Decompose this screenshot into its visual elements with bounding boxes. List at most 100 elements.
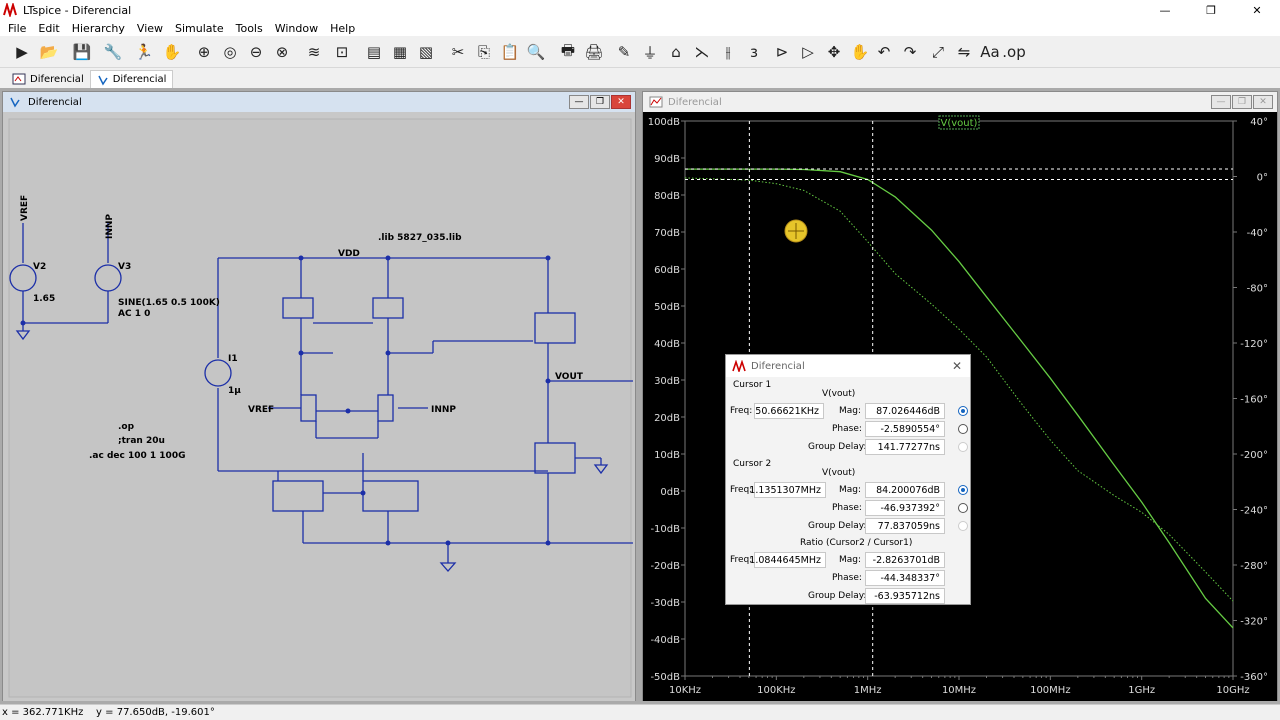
ratio-mag-field[interactable]: -2.8263701dB [865, 552, 945, 568]
run-icon[interactable]: ▶ [10, 40, 34, 64]
pan-hand-icon[interactable]: ✋ [160, 40, 184, 64]
print-icon[interactable]: 🖶 [556, 40, 580, 64]
label-lib-directive[interactable]: .lib 5827_035.lib [378, 233, 462, 243]
window-title: LTspice - Diferencial [23, 3, 132, 17]
find-icon[interactable]: 🔍 [524, 40, 548, 64]
pencil-icon[interactable]: ✎ [612, 40, 636, 64]
autorange-icon[interactable]: ≋ [302, 40, 326, 64]
y-right-tick-label: 0° [1257, 173, 1268, 184]
ground-icon[interactable]: ⏚ [638, 40, 662, 64]
waveform-close-button[interactable]: ✕ [1253, 95, 1273, 109]
ratio-freq-field[interactable]: 1.0844645MHz [749, 552, 826, 568]
menu-file[interactable]: File [2, 22, 32, 35]
close-button[interactable]: ✕ [1234, 0, 1280, 20]
cursor2-mag-field[interactable]: 84.200076dB [865, 482, 945, 498]
menu-edit[interactable]: Edit [32, 22, 65, 35]
y-left-tick-label: 70dB [654, 228, 680, 239]
tab-waveform[interactable]: Diferencial [89, 70, 174, 88]
x-tick-label: 10MHz [942, 685, 976, 696]
paste-icon[interactable]: 📋 [498, 40, 522, 64]
cursor-dialog-titlebar: Diferencial ✕ [726, 355, 970, 377]
schematic-canvas[interactable]: VREF INNP V2 1.65 V3 SINE(1.65 0.5 100K)… [3, 113, 635, 701]
label-innp: INNP [431, 405, 456, 415]
copy-icon[interactable]: ⎘ [472, 40, 496, 64]
waveform-restore-button[interactable]: ❐ [1232, 95, 1252, 109]
cursor1-group-delay-field[interactable]: 141.77277ns [865, 439, 945, 455]
cursor2-phase-field[interactable]: -46.937392° [865, 500, 945, 516]
y-left-tick-label: 50dB [654, 302, 680, 313]
text-icon[interactable]: Aa [978, 40, 1002, 64]
cursor2-mag-radio[interactable] [958, 485, 968, 495]
label-v3: V3 [118, 262, 131, 272]
redo-icon[interactable]: ↷ [898, 40, 922, 64]
schematic-window-titlebar: Diferencial — ❐ ✕ [3, 92, 635, 112]
menu-hierarchy[interactable]: Hierarchy [66, 22, 131, 35]
save-icon[interactable]: 💾 [70, 40, 94, 64]
schematic-minimize-button[interactable]: — [569, 95, 589, 109]
undo-icon[interactable]: ↶ [872, 40, 896, 64]
label-icon[interactable]: ⌂ [664, 40, 688, 64]
cut-icon[interactable]: ✂ [446, 40, 470, 64]
document-tabs: Diferencial Diferencial [0, 68, 1280, 88]
zoom-cancel-icon[interactable]: ⊗ [270, 40, 294, 64]
spice-directive-icon[interactable]: .op [1002, 40, 1026, 64]
schematic-close-button[interactable]: ✕ [611, 95, 631, 109]
cursor2-freq-field[interactable]: 1.1351307MHz [749, 482, 826, 498]
label-ac-directive[interactable]: .ac dec 100 1 100G [89, 451, 185, 461]
cursor1-group-delay-radio[interactable] [958, 442, 968, 452]
cursor2-phase-radio[interactable] [958, 503, 968, 513]
y-right-tick-label: -160° [1240, 395, 1268, 406]
rotate-icon[interactable]: ⤢ [926, 40, 950, 64]
menu-window[interactable]: Window [269, 22, 324, 35]
mark-icon[interactable]: ⊡ [330, 40, 354, 64]
cursor2-group-delay-radio[interactable] [958, 521, 968, 531]
component-icon[interactable]: ▷ [796, 40, 820, 64]
label-op-directive[interactable]: .op [118, 422, 135, 432]
control-panel-icon[interactable]: 🔧 [101, 40, 125, 64]
trace-label[interactable]: V(vout) [941, 118, 978, 129]
zoom-out-icon[interactable]: ⊖ [244, 40, 268, 64]
run-walk-icon[interactable]: 🏃 [132, 40, 156, 64]
menu-tools[interactable]: Tools [230, 22, 269, 35]
maximize-button[interactable]: ❐ [1188, 0, 1234, 20]
waveform-window-icon [649, 96, 663, 108]
resistor-icon[interactable]: ⋋ [690, 40, 714, 64]
cursor1-freq-field[interactable]: 50.66621KHz [754, 403, 824, 419]
label-tran-directive[interactable]: ;tran 20u [118, 436, 165, 446]
label-vout: VOUT [555, 372, 584, 382]
label-vdd: VDD [338, 249, 360, 259]
tile-horizontal-icon[interactable]: ▤ [362, 40, 386, 64]
x-tick-label: 1MHz [854, 685, 882, 696]
print-preview-icon[interactable]: 🖨 [582, 40, 606, 64]
inductor-icon[interactable]: ɜ [742, 40, 766, 64]
toolbar: ▶ 📂 💾 🔧 🏃 ✋ ⊕ ◎ ⊖ ⊗ ≋ ⊡ ▤ ▦ ▧ ✂ ⎘ 📋 🔍 🖶 🖨 ✎ ⏚ ⌂ ⋋ ⫲ ɜ ⊳ ▷ ✥ ✋ ↶ ↷ ⤢ ⇋ Aa .op [0, 37, 1280, 68]
menu-view[interactable]: View [131, 22, 169, 35]
cursor1-mag-radio[interactable] [958, 406, 968, 416]
cursor-dialog-close-button[interactable]: ✕ [952, 359, 962, 373]
menu-simulate[interactable]: Simulate [169, 22, 230, 35]
y-right-tick-label: -320° [1240, 617, 1268, 628]
cursor1-phase-field[interactable]: -2.5890554° [865, 421, 945, 437]
open-icon[interactable]: 📂 [37, 40, 61, 64]
capacitor-icon[interactable]: ⫲ [716, 40, 740, 64]
ratio-group-delay-field[interactable]: -63.935712ns [865, 588, 945, 604]
diode-icon[interactable]: ⊳ [770, 40, 794, 64]
tile-vertical-icon[interactable]: ▧ [414, 40, 438, 64]
mirror-icon[interactable]: ⇋ [952, 40, 976, 64]
zoom-in-icon[interactable]: ⊕ [192, 40, 216, 64]
cascade-icon[interactable]: ▦ [388, 40, 412, 64]
tab-schematic[interactable]: Diferencial [6, 70, 90, 88]
move-icon[interactable]: ✥ [822, 40, 846, 64]
cursor1-mag-field[interactable]: 87.026446dB [865, 403, 945, 419]
cursor-dialog: Diferencial ✕ Cursor 1 V(vout) Freq: 50.… [725, 354, 971, 605]
cursor2-trace: V(vout) [822, 468, 856, 478]
zoom-area-icon[interactable]: ◎ [218, 40, 242, 64]
minimize-button[interactable]: — [1142, 0, 1188, 20]
cursor1-phase-radio[interactable] [958, 424, 968, 434]
schematic-restore-button[interactable]: ❐ [590, 95, 610, 109]
menu-help[interactable]: Help [324, 22, 361, 35]
ratio-phase-field[interactable]: -44.348337° [865, 570, 945, 586]
drag-icon[interactable]: ✋ [848, 40, 872, 64]
waveform-minimize-button[interactable]: — [1211, 95, 1231, 109]
cursor2-group-delay-field[interactable]: 77.837059ns [865, 518, 945, 534]
